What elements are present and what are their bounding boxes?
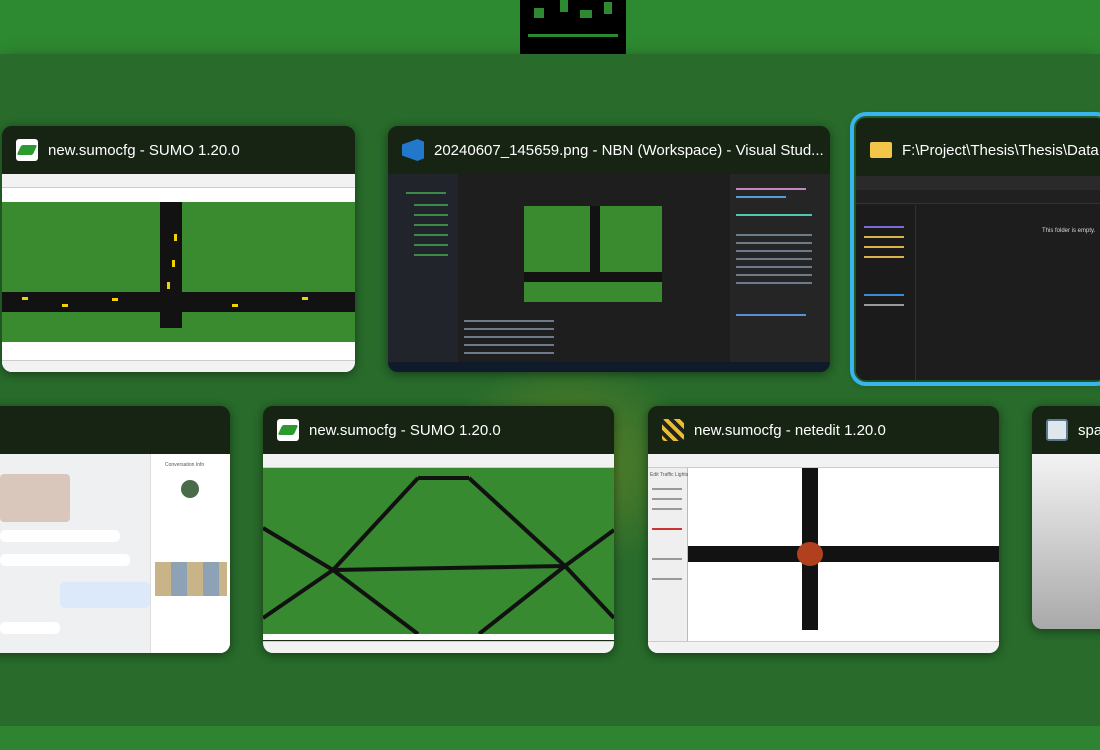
window-title: spa	[1078, 421, 1100, 439]
window-header: 20240607_145659.png - NBN (Workspace) - …	[388, 126, 830, 174]
image-icon	[1046, 419, 1068, 441]
window-header: new.sumocfg - SUMO 1.20.0	[2, 126, 355, 174]
chat-panel-title: Conversation Info	[165, 462, 205, 468]
window-thumbnail-file-explorer[interactable]: F:\Project\Thesis\Thesis\Data This folde…	[850, 112, 1100, 386]
empty-folder-message: This folder is empty.	[1042, 228, 1096, 234]
window-preview	[388, 174, 830, 372]
sumo-icon	[16, 139, 38, 161]
window-thumbnail-sumo-2[interactable]: new.sumocfg - SUMO 1.20.0	[263, 406, 614, 653]
window-header: F:\Project\Thesis\Thesis\Data	[856, 118, 1100, 182]
window-preview	[263, 454, 614, 653]
window-thumbnail-chat[interactable]: Conversation Info	[0, 406, 230, 653]
desktop-wallpaper-detail	[520, 0, 626, 54]
window-header: new.sumocfg - netedit 1.20.0	[648, 406, 999, 454]
desktop-bottom-strip	[0, 726, 1100, 750]
window-preview: Conversation Info	[0, 454, 230, 653]
window-title: F:\Project\Thesis\Thesis\Data	[902, 141, 1099, 159]
window-header: new.sumocfg - SUMO 1.20.0	[263, 406, 614, 454]
window-preview	[2, 174, 355, 372]
window-title: new.sumocfg - SUMO 1.20.0	[48, 141, 240, 159]
sumo-icon	[277, 419, 299, 441]
netedit-icon	[662, 419, 684, 441]
window-thumbnail-vscode[interactable]: 20240607_145659.png - NBN (Workspace) - …	[388, 126, 830, 372]
folder-icon	[870, 142, 892, 158]
window-header: spa	[1032, 406, 1100, 454]
window-preview	[1032, 454, 1100, 629]
window-thumbnail-sumo-1[interactable]: new.sumocfg - SUMO 1.20.0	[2, 126, 355, 372]
window-title: new.sumocfg - netedit 1.20.0	[694, 421, 886, 439]
vscode-icon	[402, 139, 424, 161]
window-thumbnail-image[interactable]: spa	[1032, 406, 1100, 629]
road-network-map	[263, 476, 614, 634]
window-header	[0, 406, 230, 454]
window-title: new.sumocfg - SUMO 1.20.0	[309, 421, 501, 439]
window-preview: Edit Traffic Lights	[648, 454, 999, 653]
window-title: 20240607_145659.png - NBN (Workspace) - …	[434, 141, 824, 159]
window-preview: This folder is empty.	[856, 176, 1100, 380]
window-thumbnail-netedit[interactable]: new.sumocfg - netedit 1.20.0 Edit Traffi…	[648, 406, 999, 653]
netedit-panel-title: Edit Traffic Lights	[650, 472, 689, 478]
